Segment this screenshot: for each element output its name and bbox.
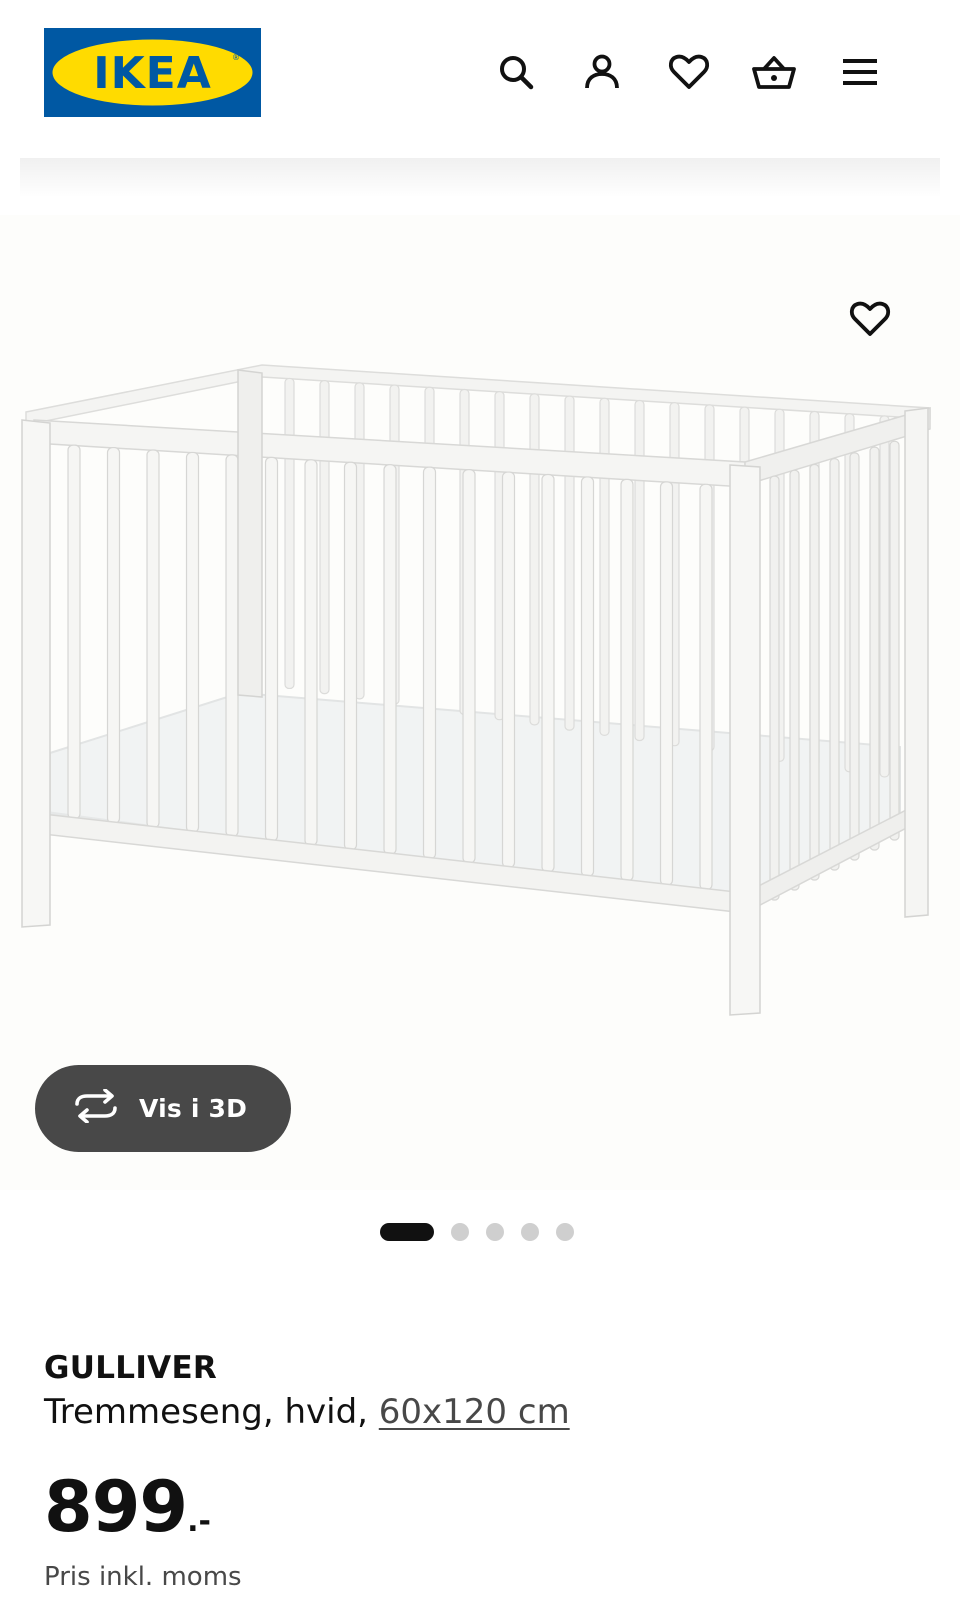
menu-icon[interactable] (836, 48, 884, 96)
carousel-dot-active[interactable] (380, 1223, 434, 1241)
view-3d-label: Vis i 3D (139, 1094, 248, 1123)
basket-icon[interactable] (750, 48, 798, 96)
carousel-dot[interactable] (451, 1223, 469, 1241)
product-size-link[interactable]: 60x120 cm (379, 1392, 570, 1432)
price-suffix: .- (187, 1504, 211, 1539)
carousel-dot[interactable] (521, 1223, 539, 1241)
product-image-crib[interactable] (0, 215, 960, 1190)
product-description-text: Tremmeseng, hvid, (44, 1392, 379, 1432)
product-favorite-heart-icon[interactable] (846, 295, 894, 343)
user-icon[interactable] (578, 48, 626, 96)
image-carousel-indicator (380, 1222, 574, 1242)
svg-text:IKEA: IKEA (93, 48, 212, 99)
view-3d-button[interactable]: Vis i 3D (35, 1065, 291, 1152)
ikea-logo[interactable]: IKEA ® (44, 28, 261, 117)
product-name: GULLIVER (44, 1350, 218, 1386)
carousel-dot[interactable] (556, 1223, 574, 1241)
site-header: IKEA ® (0, 0, 960, 160)
wishlist-heart-icon[interactable] (665, 48, 713, 96)
product-price: 899 .- (44, 1466, 211, 1548)
carousel-dot[interactable] (486, 1223, 504, 1241)
product-description: Tremmeseng, hvid, 60x120 cm (44, 1392, 570, 1432)
search-icon[interactable] (492, 48, 540, 96)
price-integer: 899 (44, 1466, 188, 1548)
price-vat-note: Pris inkl. moms (44, 1562, 242, 1592)
rotate-3d-icon (73, 1088, 119, 1128)
svg-text:®: ® (232, 53, 240, 62)
header-shadow (20, 158, 940, 198)
